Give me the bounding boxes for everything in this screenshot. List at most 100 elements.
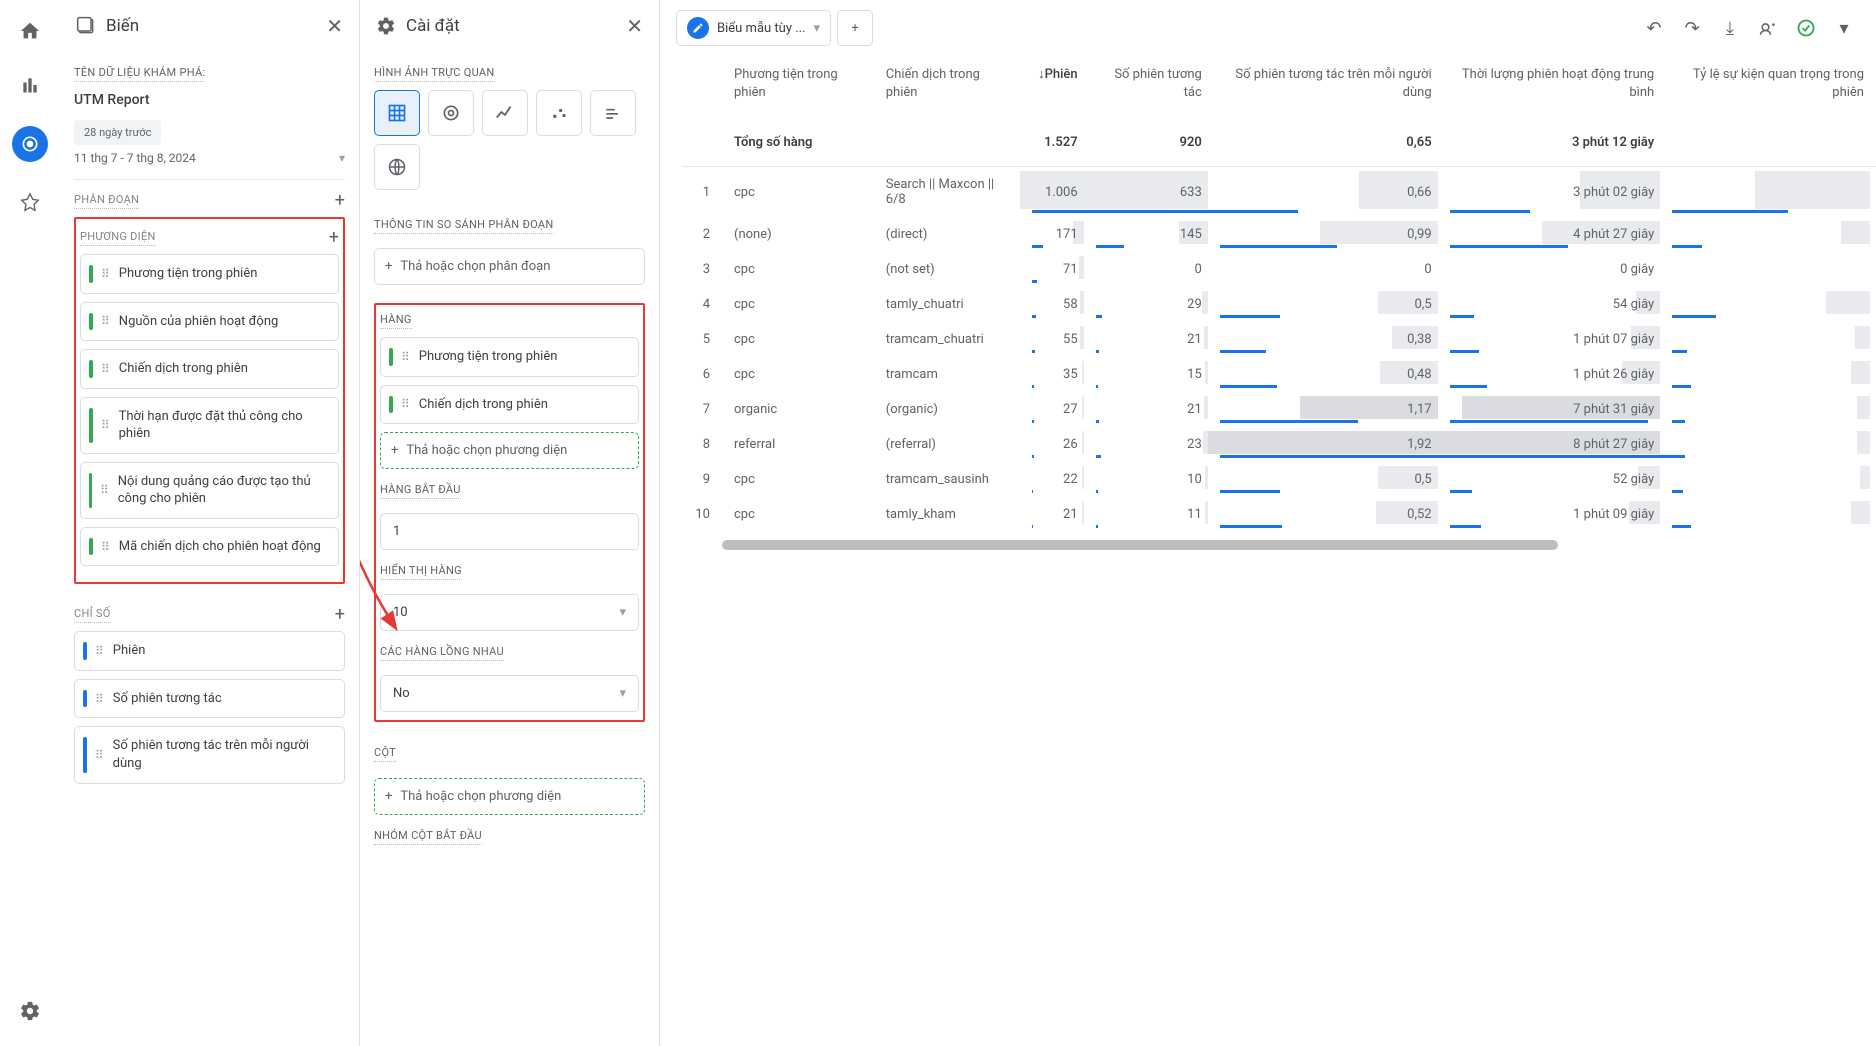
dimension-chip[interactable]: ⠿Nội dung quảng cáo được tạo thủ công ch…: [80, 462, 339, 519]
column-header[interactable]: ↓Phiên: [1026, 56, 1090, 119]
chevron-down-icon: ▾: [619, 605, 626, 620]
reports-icon[interactable]: [17, 72, 43, 98]
dimensions-section-label: PHƯƠNG DIỆN: [80, 230, 156, 246]
dimension-chip[interactable]: ⠿Mã chiến dịch cho phiên hoạt động: [80, 527, 339, 567]
dimension-chip[interactable]: ⠿Thời hạn được đặt thủ công cho phiên: [80, 397, 339, 454]
metric-chip[interactable]: ⠿Phiên: [74, 631, 345, 671]
row-chip[interactable]: ⠿Phương tiện trong phiên: [380, 337, 639, 377]
column-header[interactable]: Phương tiện trong phiên: [722, 56, 874, 119]
table-row[interactable]: 9cpctramcam_sausinh22100,552 giây: [682, 462, 1876, 497]
dimensions-highlight: PHƯƠNG DIỆN + ⠿Phương tiện trong phiên ⠿N…: [74, 217, 345, 584]
table-row[interactable]: 8referral(referral)26231,928 phút 27 giâ…: [682, 427, 1876, 462]
table-row[interactable]: 4cpctamly_chuatri58290,554 giây: [682, 287, 1876, 322]
dimension-chip[interactable]: ⠿Chiến dịch trong phiên: [80, 349, 339, 389]
settings-panel: Cài đặt ✕ HÌNH ẢNH TRỰC QUAN THÔNG TIN S…: [360, 0, 660, 1046]
chevron-down-icon: ▾: [619, 686, 626, 701]
segments-section-label: PHÂN ĐOẠN: [74, 193, 139, 209]
add-segment-button[interactable]: +: [335, 190, 345, 211]
variables-title: Biến: [106, 16, 326, 36]
drag-handle-icon: ⠿: [401, 350, 411, 364]
totals-row: Tổng số hàng1.5279200,653 phút 12 giây: [682, 119, 1876, 167]
toolbar: Biểu mẫu tùy ... ▾ + ↶ ↷ ⤓ ▾: [660, 0, 1876, 56]
close-variables-button[interactable]: ✕: [326, 14, 343, 38]
column-header[interactable]: Số phiên tương tác trên mỗi người dùng: [1214, 56, 1444, 119]
table-row[interactable]: 2(none)(direct)1711450,994 phút 27 giây: [682, 217, 1876, 252]
metrics-section-label: CHỈ SỐ: [74, 607, 111, 623]
gear-icon: [376, 16, 396, 36]
date-range-picker[interactable]: 11 thg 7 - 7 thg 8, 2024▾: [74, 145, 345, 180]
variables-panel: Biến ✕ TÊN DỮ LIỆU KHÁM PHÁ: UTM Report …: [60, 0, 360, 1046]
nested-rows-select[interactable]: No▾: [380, 675, 639, 712]
nested-rows-label: CÁC HÀNG LỒNG NHAU: [380, 645, 504, 661]
chevron-down-icon: ▾: [339, 151, 345, 165]
row-chip[interactable]: ⠿Chiến dịch trong phiên: [380, 385, 639, 425]
ads-icon[interactable]: [17, 190, 43, 216]
rows-dropzone[interactable]: +Thả hoặc chọn phương diện: [380, 432, 639, 469]
metric-chip[interactable]: ⠿Số phiên tương tác: [74, 679, 345, 719]
column-header[interactable]: Chiến dịch trong phiên: [874, 56, 1026, 119]
table-row[interactable]: 6cpctramcam35150,481 phút 26 giây: [682, 357, 1876, 392]
undo-button[interactable]: ↶: [1638, 12, 1670, 44]
explore-icon[interactable]: [12, 126, 48, 162]
viz-donut-button[interactable]: [428, 90, 474, 136]
start-row-label: HÀNG BẮT ĐẦU: [380, 483, 461, 499]
viz-label: HÌNH ẢNH TRỰC QUAN: [374, 66, 495, 82]
close-settings-button[interactable]: ✕: [626, 14, 643, 38]
add-metric-button[interactable]: +: [335, 604, 345, 625]
settings-title: Cài đặt: [406, 16, 626, 36]
data-source-label: TÊN DỮ LIỆU KHÁM PHÁ:: [74, 66, 205, 82]
drag-handle-icon: ⠿: [95, 692, 105, 706]
show-rows-select[interactable]: 10▾: [380, 594, 639, 631]
variables-icon: [76, 16, 96, 36]
metric-chip[interactable]: ⠿Số phiên tương tác trên mỗi người dùng: [74, 726, 345, 783]
table-row[interactable]: 1cpcSearch || Maxcon || 6/81.0066330,663…: [682, 167, 1876, 218]
drag-handle-icon: ⠿: [95, 748, 105, 762]
start-row-input[interactable]: 1: [380, 513, 639, 550]
totals-label: Tổng số hàng: [722, 119, 874, 167]
viz-line-button[interactable]: [482, 90, 528, 136]
drag-handle-icon: ⠿: [101, 314, 111, 328]
add-tab-button[interactable]: +: [837, 10, 873, 46]
home-icon[interactable]: [17, 18, 43, 44]
column-header[interactable]: Tỷ lệ sự kiện quan trọng trong phiên: [1666, 56, 1876, 119]
tab-freeform[interactable]: Biểu mẫu tùy ... ▾: [676, 10, 831, 46]
chevron-down-icon: ▾: [814, 21, 821, 36]
viz-table-button[interactable]: [374, 90, 420, 136]
col-group-label: NHÓM CỘT BẮT ĐẦU: [374, 829, 482, 845]
segment-compare-label: THÔNG TIN SO SÁNH PHÂN ĐOẠN: [374, 218, 554, 234]
add-dimension-button[interactable]: +: [329, 227, 339, 248]
segment-dropzone[interactable]: +Thả hoặc chọn phân đoạn: [374, 248, 645, 285]
chevron-down-icon[interactable]: ▾: [1828, 12, 1860, 44]
rows-highlight: HÀNG ⠿Phương tiện trong phiên⠿Chiến dịch…: [374, 303, 645, 722]
cols-label: CỘT: [374, 746, 396, 762]
insights-button[interactable]: [1790, 12, 1822, 44]
viz-bar-button[interactable]: [590, 90, 636, 136]
share-button[interactable]: [1752, 12, 1784, 44]
download-button[interactable]: ⤓: [1714, 12, 1746, 44]
drag-handle-icon: ⠿: [100, 483, 110, 497]
drag-handle-icon: ⠿: [401, 397, 411, 411]
viz-geo-button[interactable]: [374, 144, 420, 190]
table-row[interactable]: 7organic(organic)27211,177 phút 31 giây: [682, 392, 1876, 427]
column-header[interactable]: Thời lượng phiên hoạt động trung bình: [1444, 56, 1667, 119]
cols-dropzone[interactable]: +Thả hoặc chọn phương diện: [374, 778, 645, 815]
edit-icon: [687, 17, 709, 39]
table-row[interactable]: 10cpctamly_kham21110,521 phút 09 giây: [682, 497, 1876, 532]
dimension-chip[interactable]: ⠿Phương tiện trong phiên: [80, 254, 339, 294]
table-row[interactable]: 5cpctramcam_chuatri55210,381 phút 07 giâ…: [682, 322, 1876, 357]
data-source-name[interactable]: UTM Report: [74, 90, 345, 110]
column-header[interactable]: Số phiên tương tác: [1090, 56, 1214, 119]
data-table[interactable]: Phương tiện trong phiênChiến dịch trong …: [660, 56, 1876, 1046]
drag-handle-icon: ⠿: [101, 418, 111, 432]
nav-rail: [0, 0, 60, 1046]
viz-scatter-button[interactable]: [536, 90, 582, 136]
horizontal-scrollbar[interactable]: [722, 540, 1558, 550]
dimension-chip[interactable]: ⠿Nguồn của phiên hoạt động: [80, 302, 339, 342]
drag-handle-icon: ⠿: [101, 540, 111, 554]
date-preset-chip[interactable]: 28 ngày trước: [74, 120, 161, 145]
table-row[interactable]: 3cpc(not set)71000 giây: [682, 252, 1876, 287]
show-rows-label: HIỂN THỊ HÀNG: [380, 564, 462, 580]
redo-button[interactable]: ↷: [1676, 12, 1708, 44]
settings-icon[interactable]: [17, 998, 43, 1024]
drag-handle-icon: ⠿: [101, 267, 111, 281]
